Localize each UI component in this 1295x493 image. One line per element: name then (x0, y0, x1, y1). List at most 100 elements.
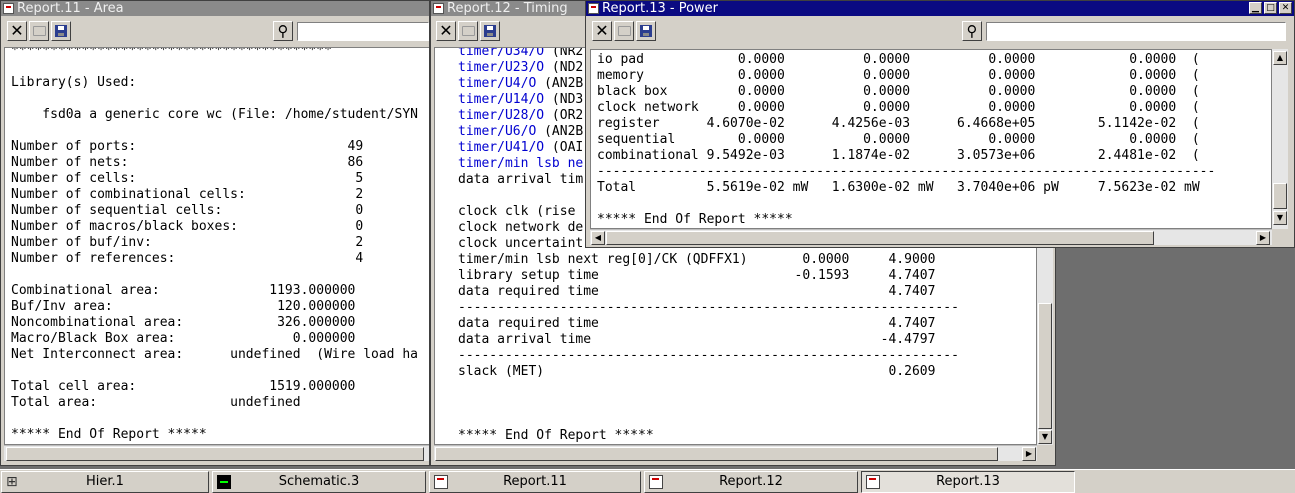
timing-horizontal-scrollbar[interactable]: ▶ (434, 445, 1037, 461)
minimize-button[interactable]: ▁ (1249, 2, 1262, 14)
timing-pin-link[interactable]: timer/U28/O (458, 108, 544, 123)
report-line (11, 267, 418, 283)
report-line: ***** End Of Report ***** (11, 427, 207, 442)
timing-report-text-bottom: timer/min lsb next reg[0]/CK (QDFFX1) 0.… (458, 252, 959, 444)
report-icon (434, 475, 448, 489)
area-report-titlebar[interactable]: Report.11 - Area (1, 1, 429, 16)
task-hier-1[interactable]: Hier.1 (1, 471, 209, 493)
area-scrollbar-thumb[interactable] (6, 447, 424, 461)
timing-pin-link[interactable]: timer/U14/O (458, 92, 544, 107)
maximize-button[interactable]: □ (1264, 2, 1277, 14)
floppy-disk-icon (640, 25, 652, 37)
open-button[interactable] (29, 21, 49, 41)
report-line: Number of ports: 49 (11, 139, 364, 154)
power-report-text: io pad 0.0000 0.0000 0.0000 0.0000 (memo… (597, 52, 1215, 228)
power-report-window[interactable]: Report.13 - Power ▁ □ ✕ ✕ ⚲ io pad 0.000… (585, 0, 1295, 248)
report-window-icon (433, 3, 444, 14)
binoculars-icon: ⚲ (966, 22, 978, 40)
timing-path-row: timer/U41/O (OAI (458, 140, 583, 156)
save-button[interactable] (51, 21, 71, 41)
close-report-button[interactable]: ✕ (7, 21, 27, 41)
report-line: clock clk (rise (458, 204, 576, 219)
report-line: Library(s) Used: (11, 75, 137, 90)
window-close-button[interactable]: ✕ (1279, 2, 1292, 14)
search-input[interactable] (297, 22, 429, 41)
report-line: Total 5.5619e-02 mW 1.6300e-02 mW 3.7040… (597, 180, 1200, 195)
schematic-icon (217, 475, 231, 489)
report-line: black box 0.0000 0.0000 0.0000 0.0000 ( (597, 84, 1200, 99)
area-horizontal-scrollbar[interactable] (4, 445, 429, 461)
open-button[interactable] (458, 21, 478, 41)
power-report-text-area[interactable]: io pad 0.0000 0.0000 0.0000 0.0000 (memo… (590, 49, 1272, 229)
report-line: Number of macros/black boxes: 0 (11, 219, 364, 234)
hierarchy-icon (6, 472, 20, 492)
task-report-12[interactable]: Report.12 (644, 471, 858, 493)
report-line: register 4.6070e-02 4.4256e-03 6.4668e+0… (597, 116, 1200, 131)
close-icon: ✕ (439, 21, 453, 40)
report-line: data required time 4.7407 (458, 284, 936, 299)
power-report-title: Report.13 - Power (602, 1, 719, 16)
power-report-titlebar[interactable]: Report.13 - Power ▁ □ ✕ (586, 1, 1294, 16)
report-line: data arrival tim (458, 172, 584, 187)
report-line (458, 412, 959, 428)
save-button[interactable] (636, 21, 656, 41)
timing-scrollbar-thumb-h[interactable] (435, 447, 998, 461)
area-report-title: Report.11 - Area (17, 1, 124, 16)
folder-open-icon (461, 26, 475, 36)
report-line: slack (MET) 0.2609 (458, 364, 936, 379)
area-report-window[interactable]: Report.11 - Area ✕ ⚲ *******************… (0, 0, 430, 466)
power-report-toolbar: ✕ ⚲ (586, 17, 1294, 45)
power-vertical-scrollbar[interactable]: ▲ ▼ (1272, 49, 1288, 229)
find-button[interactable]: ⚲ (962, 21, 982, 41)
timing-pin-link[interactable]: timer/U34/O (458, 48, 544, 59)
timing-pin-link[interactable]: timer/min lsb ne (458, 156, 583, 171)
area-report-text-area[interactable]: ****************************************… (4, 47, 429, 445)
save-button[interactable] (480, 21, 500, 41)
close-report-button[interactable]: ✕ (592, 21, 612, 41)
scroll-left-arrow-icon[interactable]: ◀ (591, 231, 605, 245)
timing-scrollbar-thumb[interactable] (1038, 303, 1052, 429)
report-line: ----------------------------------------… (458, 300, 959, 315)
power-scrollbar-thumb-h[interactable] (606, 231, 1154, 245)
report-line: Number of buf/inv: 2 (11, 235, 364, 250)
report-line (458, 380, 959, 396)
report-line: Number of references: 4 (11, 251, 364, 266)
search-input[interactable] (986, 22, 1286, 41)
report-line: Number of combinational cells: 2 (11, 187, 364, 202)
report-line (458, 396, 959, 412)
report-line: ***** End Of Report ***** (458, 428, 654, 443)
timing-pin-link[interactable]: timer/U4/O (458, 76, 536, 91)
timing-pin-link[interactable]: timer/U6/O (458, 124, 536, 139)
power-scrollbar-thumb[interactable] (1273, 183, 1287, 209)
binoculars-icon: ⚲ (277, 22, 289, 40)
open-button[interactable] (614, 21, 634, 41)
power-horizontal-scrollbar[interactable]: ◀ ▶ (590, 229, 1272, 245)
task-label: Report.11 (503, 474, 567, 489)
scroll-down-arrow-icon[interactable]: ▼ (1038, 430, 1052, 444)
close-report-button[interactable]: ✕ (436, 21, 456, 41)
timing-path-row: timer/U23/O (ND2 (458, 60, 583, 76)
scroll-right-arrow-icon[interactable]: ▶ (1022, 447, 1036, 461)
scroll-down-arrow-icon[interactable]: ▼ (1273, 211, 1287, 225)
timing-path-row: timer/U34/O (NR2 (458, 48, 583, 60)
report-line: ****************************************… (11, 47, 332, 58)
timing-path-row: timer/U6/O (AN2B (458, 124, 583, 140)
scroll-up-arrow-icon[interactable]: ▲ (1273, 51, 1287, 65)
task-label: Schematic.3 (278, 474, 360, 489)
floppy-disk-icon (55, 25, 67, 37)
report-line: data required time 4.7407 (458, 316, 936, 331)
report-line: memory 0.0000 0.0000 0.0000 0.0000 ( (597, 68, 1200, 83)
task-report-11[interactable]: Report.11 (429, 471, 641, 493)
report-line: data arrival time -4.4797 (458, 332, 936, 347)
timing-pin-link[interactable]: timer/U23/O (458, 60, 544, 75)
close-icon: ✕ (10, 21, 24, 40)
report-icon (649, 475, 663, 489)
timing-pin-link[interactable]: timer/U41/O (458, 140, 544, 155)
task-schematic-3[interactable]: Schematic.3 (212, 471, 426, 493)
report-window-icon (3, 3, 14, 14)
report-line: clock uncertaint (458, 236, 584, 251)
report-line: Combinational area: 1193.000000 (11, 283, 356, 298)
scroll-right-arrow-icon[interactable]: ▶ (1256, 231, 1270, 245)
find-button[interactable]: ⚲ (273, 21, 293, 41)
task-report-13[interactable]: Report.13 (861, 471, 1075, 493)
